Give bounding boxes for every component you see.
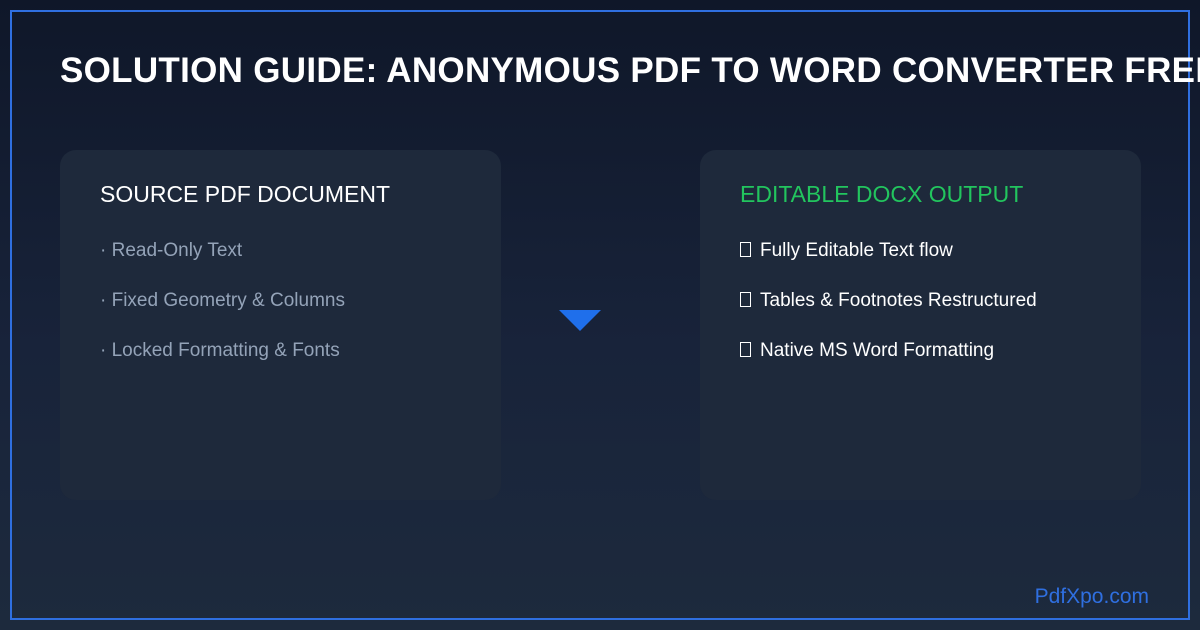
output-card-title: EDITABLE DOCX OUTPUT: [740, 181, 1024, 207]
brand-link[interactable]: PdfXpo.com: [1035, 585, 1149, 609]
source-pdf-card: SOURCE PDF DOCUMENT · Read-Only Text · F…: [60, 150, 501, 500]
checkbox-glyph-icon: [740, 242, 751, 257]
bullet-dot: ·: [100, 240, 107, 261]
source-feature-item: · Locked Formatting & Fonts: [100, 339, 345, 389]
bullet-dot: ·: [100, 290, 107, 311]
output-feature-item: Tables & Footnotes Restructured: [740, 289, 1037, 339]
source-feature-label: Read-Only Text: [111, 240, 243, 261]
output-feature-list: Fully Editable Text flow Tables & Footno…: [740, 239, 1037, 389]
source-feature-label: Fixed Geometry & Columns: [111, 290, 345, 311]
checkbox-glyph-icon: [740, 292, 751, 307]
docx-output-card: EDITABLE DOCX OUTPUT Fully Editable Text…: [700, 150, 1141, 500]
checkbox-glyph-icon: [740, 342, 751, 357]
bullet-dot: ·: [100, 340, 107, 361]
output-feature-item: Native MS Word Formatting: [740, 339, 1037, 389]
source-feature-list: · Read-Only Text · Fixed Geometry & Colu…: [100, 239, 345, 389]
page-title: SOLUTION GUIDE: ANONYMOUS PDF TO WORD CO…: [60, 51, 1200, 90]
banner-canvas: SOLUTION GUIDE: ANONYMOUS PDF TO WORD CO…: [0, 0, 1200, 630]
output-feature-item: Fully Editable Text flow: [740, 239, 1037, 289]
output-feature-label: Native MS Word Formatting: [760, 340, 995, 361]
source-feature-item: · Read-Only Text: [100, 239, 345, 289]
source-feature-label: Locked Formatting & Fonts: [111, 340, 340, 361]
triangle-down-icon: [559, 310, 601, 331]
output-feature-label: Fully Editable Text flow: [760, 240, 953, 261]
source-feature-item: · Fixed Geometry & Columns: [100, 289, 345, 339]
output-feature-label: Tables & Footnotes Restructured: [760, 290, 1037, 311]
source-card-title: SOURCE PDF DOCUMENT: [100, 181, 391, 207]
